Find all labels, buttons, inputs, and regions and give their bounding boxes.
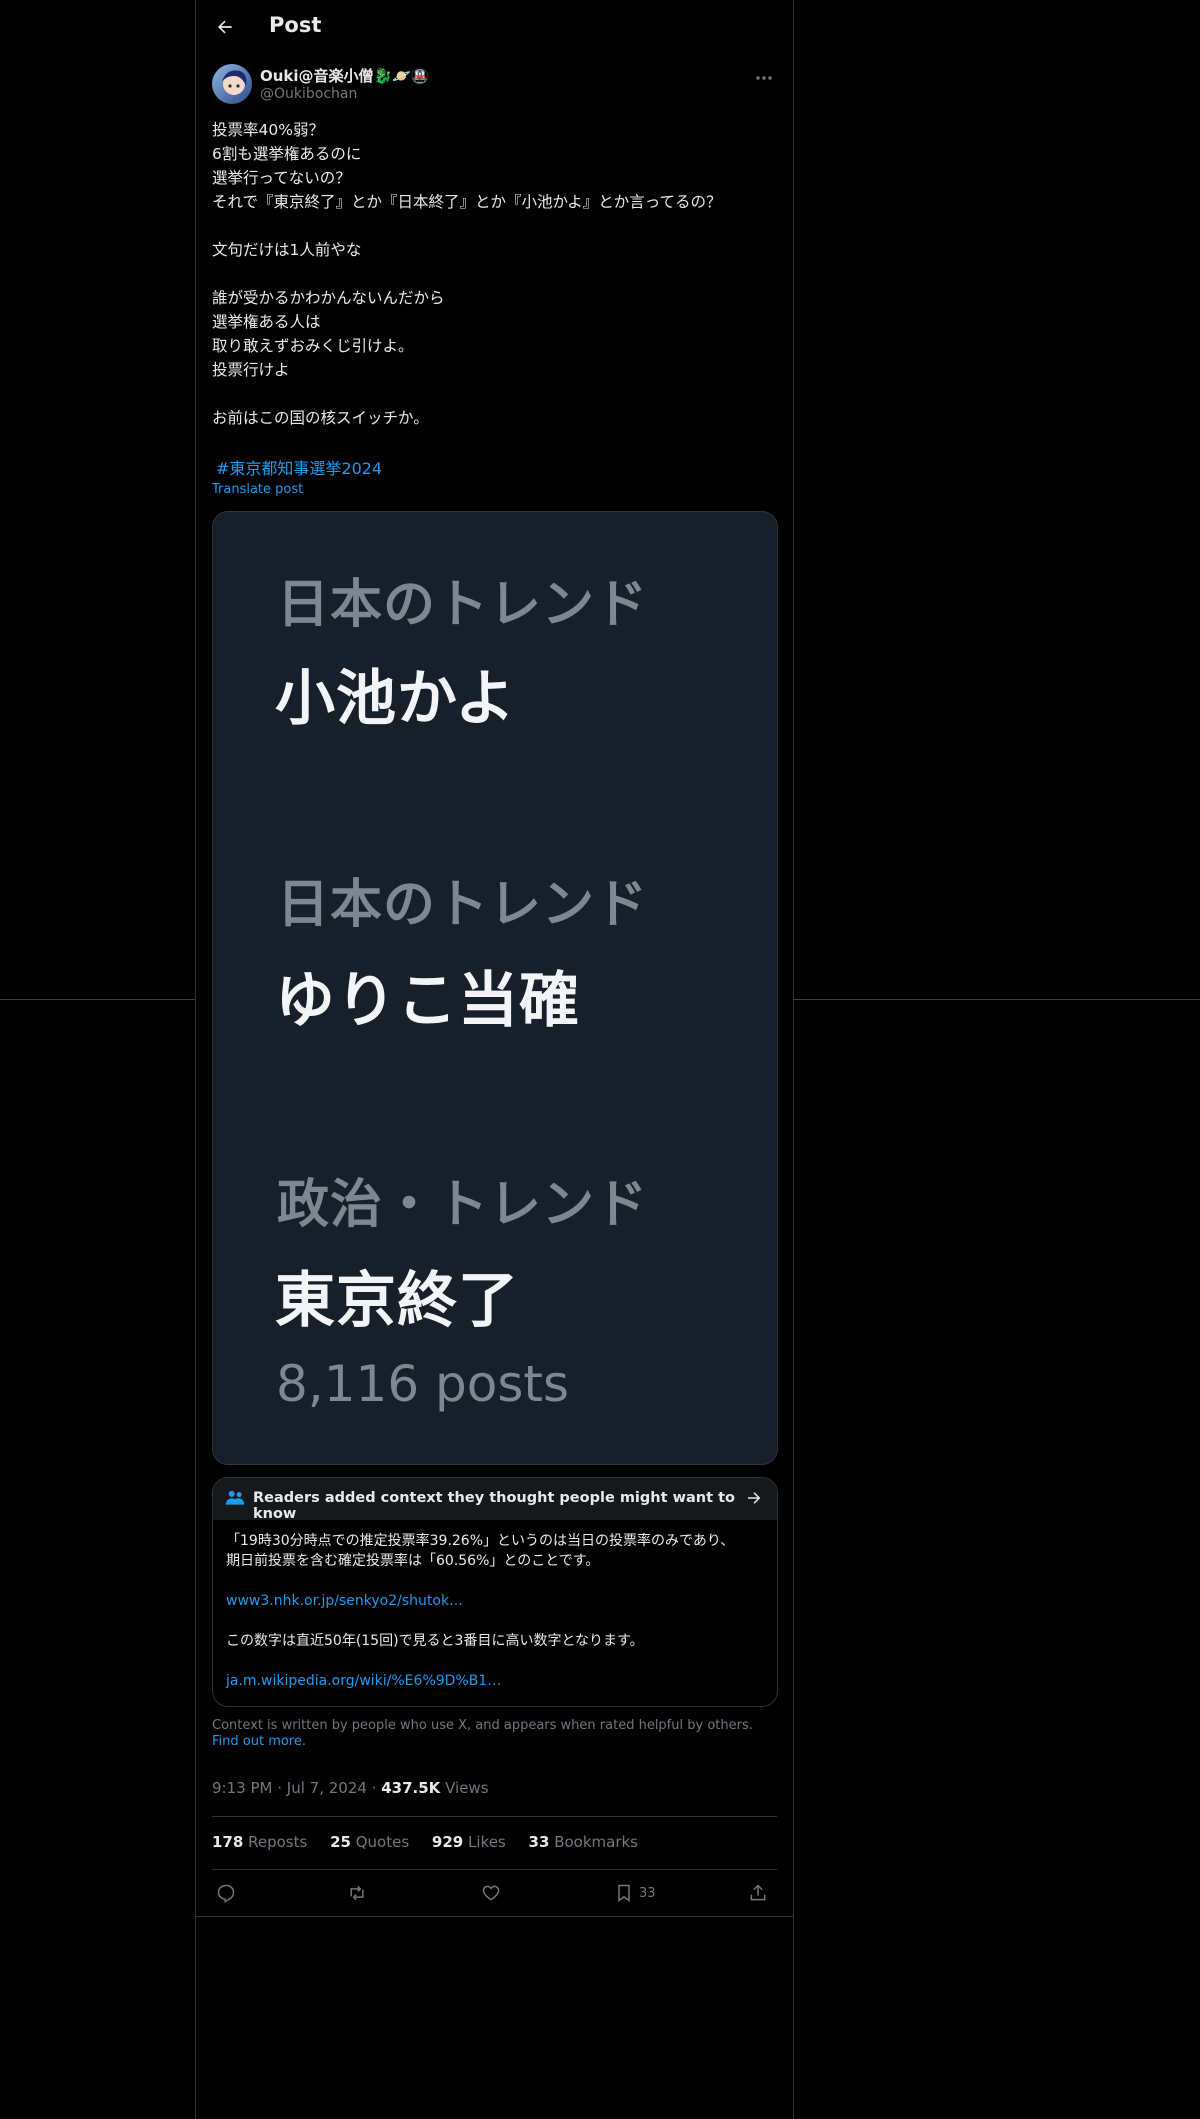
disclaimer-text: Context is written by people who use X, … [212, 1718, 753, 1733]
post-line [212, 262, 777, 286]
post-line: 投票行けよ [212, 361, 290, 379]
divider [212, 1816, 777, 1817]
post-line: 選挙行ってないの？ [212, 169, 351, 187]
reposts-label: Reposts [248, 1833, 308, 1851]
views-count: 437.5K [381, 1779, 441, 1797]
likes-label: Likes [468, 1833, 506, 1851]
page-title: Post [269, 13, 322, 37]
bookmarks-count: 33 [528, 1833, 550, 1851]
community-note-disclaimer: Context is written by people who use X, … [212, 1718, 777, 1750]
action-bar: 33 [212, 1876, 777, 1910]
back-button[interactable] [210, 12, 240, 42]
post-line: 6割も選挙権あるのに [212, 145, 362, 163]
post-bottom-border [196, 1916, 793, 1917]
post-line: 選挙権ある人は [212, 313, 321, 331]
trend-category: 政治・トレンド [277, 1175, 649, 1235]
avatar[interactable] [212, 64, 252, 104]
main-column: Post Ouki@音楽小僧🐉🪐🚇 @Oukibochan 投票率40%弱？ 6… [195, 0, 794, 2119]
divider [212, 1869, 777, 1870]
reply-button[interactable] [216, 1876, 236, 1910]
post-image[interactable]: 日本のトレンド 小池かよ 日本のトレンド ゆりこ当確 政治・トレンド 東京終了 … [212, 511, 778, 1465]
engagement-stats: 178 Reposts 25 Quotes 929 Likes 33 Bookm… [212, 1833, 656, 1851]
like-button[interactable] [481, 1876, 501, 1910]
trend-name: 東京終了 [275, 1266, 519, 1336]
arrow-right-icon [748, 1492, 761, 1504]
quotes-stat[interactable]: 25 Quotes [330, 1833, 409, 1851]
post-line: 誰が受かるかわかんないんだから [212, 289, 445, 307]
note-source-link[interactable]: www3.nhk.or.jp/senkyo2/shutok… [226, 1591, 766, 1611]
heart-icon [482, 1885, 500, 1901]
avatar-image [212, 64, 252, 104]
people-icon [225, 1490, 245, 1505]
translate-post-link[interactable]: Translate post [212, 482, 303, 497]
post-line: 取り敢えずおみくじ引けよ。 [212, 337, 414, 355]
trend-post-count: 8,116 posts [276, 1355, 570, 1413]
trend-category: 日本のトレンド [277, 875, 649, 935]
post-line: 投票率40%弱？ [212, 121, 324, 139]
post-line: お前はこの国の核スイッチか。 [212, 409, 429, 427]
repost-icon [350, 1885, 364, 1901]
reply-icon [217, 1884, 235, 1903]
views-label: Views [445, 1779, 489, 1797]
community-note-header[interactable]: Readers added context they thought peopl… [213, 1478, 777, 1522]
post-line: 文句だけは1人前やな [212, 241, 362, 259]
post-text: 投票率40%弱？ 6割も選挙権あるのに 選挙行ってないの？ それで『東京終了』と… [212, 118, 777, 430]
trend-name: ゆりこ当確 [275, 966, 580, 1036]
hashtag-link[interactable]: #東京都知事選挙2024 [216, 455, 382, 479]
quotes-count: 25 [330, 1833, 351, 1851]
repost-button[interactable] [346, 1876, 368, 1910]
post-line [212, 214, 777, 238]
author-handle[interactable]: @Oukibochan [260, 86, 357, 102]
community-note-body: 「19時30分時点での推定投票率39.26%」というのは当日の投票率のみであり、… [226, 1531, 766, 1691]
bookmark-button[interactable]: 33 [615, 1876, 656, 1910]
share-icon [750, 1884, 766, 1901]
trend-name: 小池かよ [275, 664, 516, 734]
post-author: Ouki@音楽小僧🐉🪐🚇 @Oukibochan [212, 64, 777, 108]
share-button[interactable] [748, 1876, 768, 1910]
bookmark-count: 33 [639, 1885, 656, 1901]
more-horizontal-icon [756, 76, 772, 80]
trend-category: 日本のトレンド [277, 575, 649, 635]
note-text: 期日前投票を含む確定投票率は「60.56%」とのことです。 [226, 1553, 600, 1569]
author-display-name[interactable]: Ouki@音楽小僧🐉🪐🚇 [260, 65, 430, 86]
community-note: Readers added context they thought peopl… [212, 1477, 778, 1707]
note-source-link[interactable]: ja.m.wikipedia.org/wiki/%E6%9D%B1… [226, 1671, 766, 1691]
bookmarks-stat[interactable]: 33 Bookmarks [529, 1833, 638, 1851]
note-text: この数字は直近50年(15回)で見ると3番目に高い数字となります。 [226, 1633, 644, 1649]
reposts-count: 178 [212, 1833, 244, 1851]
bookmarks-label: Bookmarks [554, 1833, 638, 1851]
post-time[interactable]: 9:13 PM [212, 1779, 272, 1797]
quotes-label: Quotes [355, 1833, 410, 1851]
find-out-more-link[interactable]: Find out more. [212, 1734, 306, 1749]
reposts-stat[interactable]: 178 Reposts [212, 1833, 307, 1851]
post-metadata: 9:13 PM · Jul 7, 2024 · 437.5K Views [212, 1779, 489, 1797]
post-line [212, 382, 777, 406]
community-note-title: Readers added context they thought peopl… [253, 1490, 735, 1522]
note-text: 「19時30分時点での推定投票率39.26%」というのは当日の投票率のみであり、 [226, 1533, 735, 1549]
post-date[interactable]: Jul 7, 2024 [287, 1779, 367, 1797]
likes-count: 929 [431, 1833, 464, 1851]
arrow-left-icon [218, 20, 232, 34]
top-bar: Post [196, 0, 793, 54]
more-options-button[interactable] [752, 70, 776, 86]
bookmark-icon [618, 1884, 630, 1902]
likes-stat[interactable]: 929 Likes [432, 1833, 506, 1851]
post-line: それで『東京終了』とか『日本終了』とか『小池かよ』とか言ってるの？ [212, 193, 722, 211]
